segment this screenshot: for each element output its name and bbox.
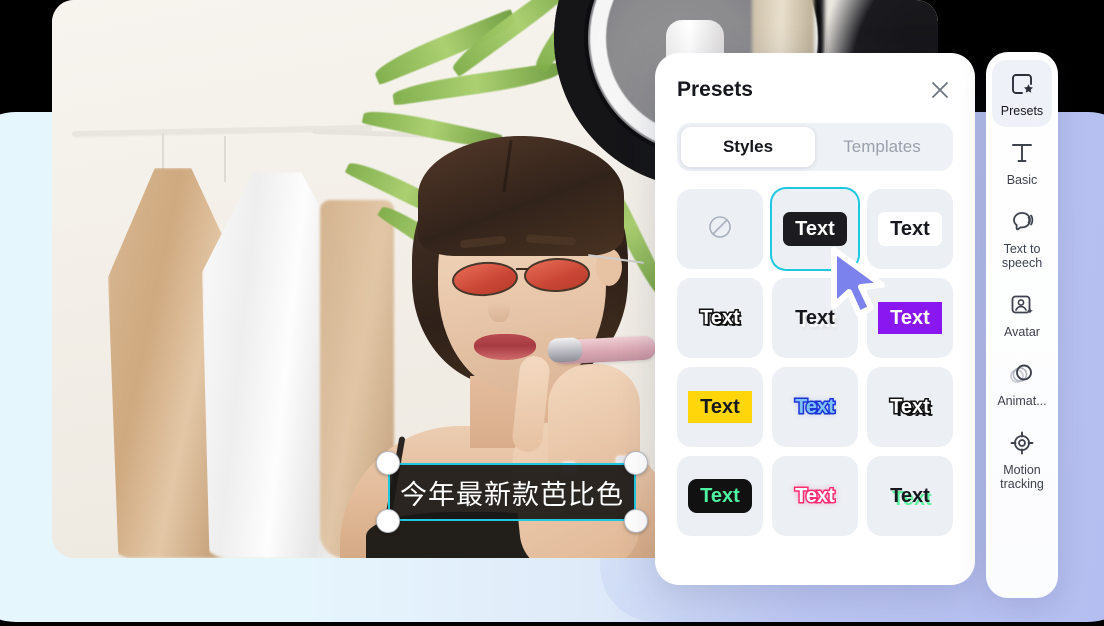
style-tile-green-pill[interactable]: Text	[677, 456, 763, 536]
nose	[488, 288, 510, 322]
sidebar-item-animation[interactable]: Animat...	[992, 350, 1052, 417]
text-layer-selection[interactable]: 今年最新款芭比色	[376, 451, 648, 533]
style-tile-blue[interactable]: Text	[772, 367, 858, 447]
style-tile-dark[interactable]: Text	[772, 189, 858, 269]
text-basic-icon	[1009, 138, 1035, 168]
motion-tracking-icon	[1009, 428, 1035, 458]
hanger-hook-2	[224, 136, 226, 182]
style-tile-label: Text	[878, 212, 942, 246]
style-tile-label: Text	[889, 396, 932, 419]
resize-handle-bottom-right[interactable]	[624, 509, 648, 533]
page-title: Presets	[677, 78, 753, 101]
style-tile-outline[interactable]: Text	[677, 278, 763, 358]
sidebar-item-label: Presets	[1000, 104, 1044, 118]
presets-panel-header: Presets	[677, 73, 953, 107]
hair-top	[418, 136, 624, 256]
style-tile-pink-neon[interactable]: Text	[772, 456, 858, 536]
style-tile-label: Text	[878, 302, 942, 334]
tab-styles[interactable]: Styles	[681, 127, 815, 167]
sidebar-item-text-to-speech[interactable]: Text to speech	[992, 198, 1052, 280]
style-tile-label: Text	[795, 307, 835, 329]
sidebar-item-presets[interactable]: Presets	[992, 60, 1052, 127]
style-tile-yellow[interactable]: Text	[677, 367, 763, 447]
sidebar-item-label: Animat...	[997, 393, 1047, 408]
right-toolbar: Presets Basic Text to speech Avatar Anim…	[986, 52, 1058, 598]
sunglass-lens-left	[450, 259, 520, 299]
sidebar-item-motion-tracking[interactable]: Motion tracking	[992, 419, 1052, 501]
style-tile-label: Text	[890, 485, 930, 507]
style-tile-label: Text	[699, 307, 742, 330]
style-tile-label: Text	[688, 391, 752, 423]
style-tile-none[interactable]	[677, 189, 763, 269]
sunglass-lens-right	[523, 256, 591, 294]
animation-icon	[1008, 359, 1036, 389]
sidebar-item-avatar[interactable]: Avatar	[992, 281, 1052, 348]
resize-handle-top-left[interactable]	[376, 451, 400, 475]
sidebar-item-label: Text to speech	[1001, 241, 1043, 271]
styles-grid: Text Text Text Text Text Text Text Text	[677, 189, 953, 536]
text-to-speech-icon	[1008, 207, 1036, 237]
presets-panel: Presets Styles Templates Text Text Text …	[655, 53, 975, 585]
app-root: 今年最新款芭比色 Presets Styles Templates Text T…	[0, 0, 1104, 626]
resize-handle-bottom-left[interactable]	[376, 509, 400, 533]
sidebar-item-basic[interactable]: Basic	[992, 129, 1052, 196]
lipgloss-cap	[547, 337, 583, 363]
style-tile-label: Text	[783, 212, 847, 246]
no-style-icon	[707, 214, 733, 245]
resize-handle-top-right[interactable]	[624, 451, 648, 475]
sidebar-item-label: Avatar	[1004, 325, 1040, 339]
style-tile-label: Text	[794, 485, 837, 508]
style-tile-shadow[interactable]: Text	[772, 278, 858, 358]
tab-templates[interactable]: Templates	[815, 127, 949, 167]
sunglass-arm	[588, 254, 644, 264]
text-layer-content: 今年最新款芭比色	[400, 479, 624, 511]
style-tile-label: Text	[794, 396, 837, 419]
style-tile-green-shadow[interactable]: Text	[867, 456, 953, 536]
style-tile-white-outline[interactable]: Text	[867, 367, 953, 447]
text-layer-box[interactable]: 今年最新款芭比色	[388, 463, 636, 521]
sidebar-item-label: Basic	[1006, 172, 1038, 187]
sunglass-bridge	[516, 268, 528, 270]
style-tile-purple[interactable]: Text	[867, 278, 953, 358]
lips	[474, 334, 536, 360]
presets-icon	[1009, 69, 1035, 99]
avatar-icon	[1009, 290, 1035, 320]
style-tile-white[interactable]: Text	[867, 189, 953, 269]
sunglasses	[446, 254, 644, 300]
style-tile-label: Text	[688, 479, 752, 513]
presets-tabs: Styles Templates	[677, 123, 953, 171]
close-icon[interactable]	[927, 77, 953, 103]
sidebar-item-label: Motion tracking	[1000, 462, 1044, 492]
